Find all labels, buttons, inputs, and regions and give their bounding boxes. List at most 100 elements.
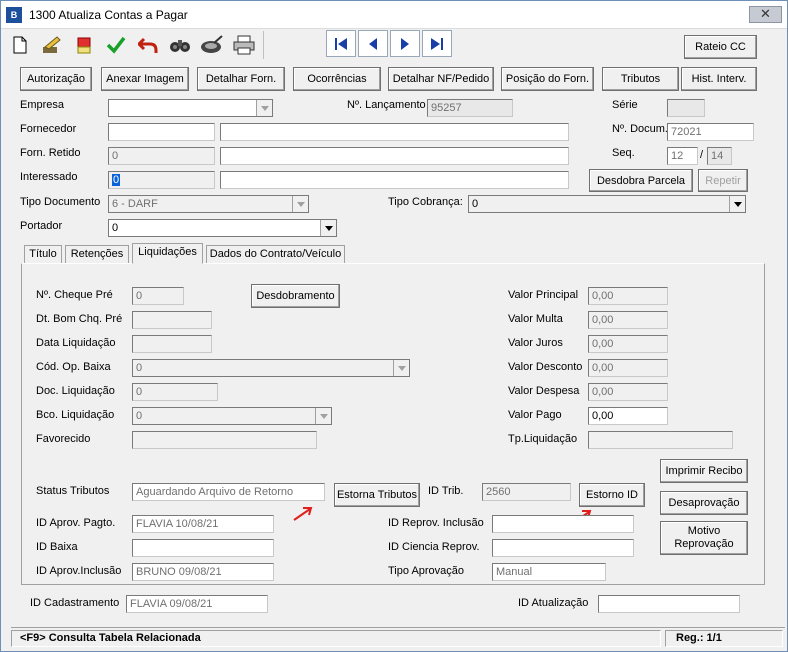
tab-dados-contrato[interactable]: Dados do Contrato/Veículo [206, 245, 345, 264]
valor-pago-label: Valor Pago [508, 409, 562, 421]
tributos-button[interactable]: Tributos [602, 67, 679, 91]
chevron-down-icon[interactable] [256, 100, 272, 116]
desaprovacao-button[interactable]: Desaprovação [660, 491, 748, 515]
cadastramento-field[interactable]: FLAVIA 09/08/21 [126, 595, 268, 613]
status-tributos-field[interactable]: Aguardando Arquivo de Retorno [132, 483, 325, 501]
autorizacao-button[interactable]: Autorização [20, 67, 92, 91]
desdobramento-button[interactable]: Desdobramento [251, 284, 340, 308]
tipo-cobranca-value: 0 [472, 198, 479, 210]
interessado-name-field[interactable] [220, 171, 569, 189]
aprov-pagto-label: ID Aprov. Pagto. [36, 517, 116, 529]
lancamento-field: 95257 [427, 99, 513, 117]
tab-liquidacoes[interactable]: Liquidações [132, 243, 203, 264]
tp-liquidacao-label: Tp.Liquidação [508, 433, 578, 445]
tipo-cobranca-combo[interactable]: 0 [468, 195, 746, 213]
seq-label: Seq. [612, 147, 635, 159]
previous-record-icon[interactable] [358, 30, 388, 57]
reprov-inclusao-field[interactable] [492, 515, 634, 533]
empresa-label: Empresa [20, 99, 65, 111]
first-record-icon[interactable] [326, 30, 356, 57]
status-hint: <F9> Consulta Tabela Relacionada [11, 630, 661, 647]
forn-retido-code-field[interactable]: 0 [108, 147, 215, 165]
bco-liquidacao-combo[interactable]: 0 [132, 407, 332, 425]
fornecedor-code-field[interactable] [108, 123, 215, 141]
atualizacao-field[interactable] [598, 595, 740, 613]
valor-pago-field[interactable]: 0,00 [588, 407, 668, 425]
portador-value: 0 [112, 222, 119, 234]
chevron-down-icon[interactable] [393, 360, 409, 376]
chevron-down-icon[interactable] [315, 408, 331, 424]
serie-label: Série [612, 99, 638, 111]
tab-titulo[interactable]: Título [24, 245, 62, 264]
valor-multa-field[interactable]: 0,00 [588, 311, 668, 329]
binoculars-icon[interactable] [165, 30, 195, 60]
next-record-icon[interactable] [390, 30, 420, 57]
tp-liquidacao-field[interactable] [588, 431, 733, 449]
edit-pencil-icon[interactable] [37, 30, 67, 60]
aprov-inclusao-field[interactable]: BRUNO 09/08/21 [132, 563, 274, 581]
cod-op-value: 0 [136, 362, 143, 374]
data-liquidacao-field[interactable] [132, 335, 212, 353]
tipo-documento-value: 6 - DARF [112, 198, 158, 210]
motivo-reprovacao-button[interactable]: Motivo Reprovação [660, 521, 748, 555]
aprov-pagto-field[interactable]: FLAVIA 10/08/21 [132, 515, 274, 533]
documento-field[interactable]: 72021 [667, 123, 754, 141]
estorno-id-button[interactable]: Estorno ID [579, 483, 645, 507]
valor-principal-field[interactable]: 0,00 [588, 287, 668, 305]
empresa-combo[interactable] [108, 99, 273, 117]
main-window: B 1300 Atualiza Contas a Pagar ✕ Rateio … [0, 0, 788, 652]
ciencia-reprov-field[interactable] [492, 539, 634, 557]
close-button[interactable]: ✕ [749, 6, 782, 23]
valor-despesa-field[interactable]: 0,00 [588, 383, 668, 401]
atualizacao-label: ID Atualização [518, 597, 589, 609]
chevron-down-icon[interactable] [320, 220, 336, 236]
cheque-label: Nº. Cheque Pré [36, 289, 113, 301]
confirm-check-icon[interactable] [101, 30, 131, 60]
detalhar-nf-pedido-button[interactable]: Detalhar NF/Pedido [388, 67, 494, 91]
detalhar-forn-button[interactable]: Detalhar Forn. [197, 67, 285, 91]
posicao-forn-button[interactable]: Posição do Forn. [501, 67, 594, 91]
eraser-icon[interactable] [69, 30, 99, 60]
cod-op-label: Cód. Op. Baixa [36, 361, 111, 373]
tipo-documento-combo[interactable]: 6 - DARF [108, 195, 309, 213]
ocorrencias-button[interactable]: Ocorrências [293, 67, 381, 91]
favorecido-field[interactable] [132, 431, 317, 449]
valor-desconto-field[interactable]: 0,00 [588, 359, 668, 377]
tipo-aprovacao-field[interactable]: Manual [492, 563, 606, 581]
bom-chq-label: Dt. Bom Chq. Pré [36, 313, 123, 325]
bom-chq-field[interactable] [132, 311, 212, 329]
desdobra-parcela-button[interactable]: Desdobra Parcela [589, 169, 693, 192]
hist-interv-button[interactable]: Hist. Interv. [681, 67, 757, 91]
valor-desconto-label: Valor Desconto [508, 361, 583, 373]
aprov-inclusao-label: ID Aprov.Inclusão [36, 565, 122, 577]
printer-icon[interactable] [229, 30, 259, 60]
anexar-imagem-button[interactable]: Anexar Imagem [101, 67, 189, 91]
doc-liquidacao-label: Doc. Liquidação [36, 385, 115, 397]
seq-field[interactable]: 12 [667, 147, 698, 165]
chevron-down-icon[interactable] [292, 196, 308, 212]
chevron-down-icon[interactable] [729, 196, 745, 212]
repetir-button[interactable]: Repetir [698, 169, 748, 192]
tab-retencoes[interactable]: Retenções [65, 245, 129, 264]
disk-tool-icon[interactable] [197, 30, 227, 60]
fornecedor-name-field[interactable] [220, 123, 569, 141]
seq-separator: / [700, 149, 704, 161]
imprimir-recibo-button[interactable]: Imprimir Recibo [660, 459, 748, 483]
lancamento-label: Nº. Lançamento [347, 99, 426, 111]
ciencia-reprov-label: ID Ciencia Reprov. [388, 541, 480, 553]
cheque-field[interactable]: 0 [132, 287, 184, 305]
doc-liquidacao-field[interactable]: 0 [132, 383, 218, 401]
cod-op-combo[interactable]: 0 [132, 359, 410, 377]
valor-juros-field[interactable]: 0,00 [588, 335, 668, 353]
baixa-field[interactable] [132, 539, 274, 557]
portador-combo[interactable]: 0 [108, 219, 337, 237]
estorna-tributos-button[interactable]: Estorna Tributos [334, 483, 420, 507]
undo-icon[interactable] [133, 30, 163, 60]
reprov-inclusao-label: ID Reprov. Inclusão [388, 517, 484, 529]
tipo-aprovacao-label: Tipo Aprovação [388, 565, 465, 577]
rateio-cc-button[interactable]: Rateio CC [684, 35, 757, 59]
last-record-icon[interactable] [422, 30, 452, 57]
new-document-icon[interactable] [5, 30, 35, 60]
forn-retido-name-field[interactable] [220, 147, 569, 165]
interessado-code-field[interactable]: 0 [108, 171, 215, 189]
